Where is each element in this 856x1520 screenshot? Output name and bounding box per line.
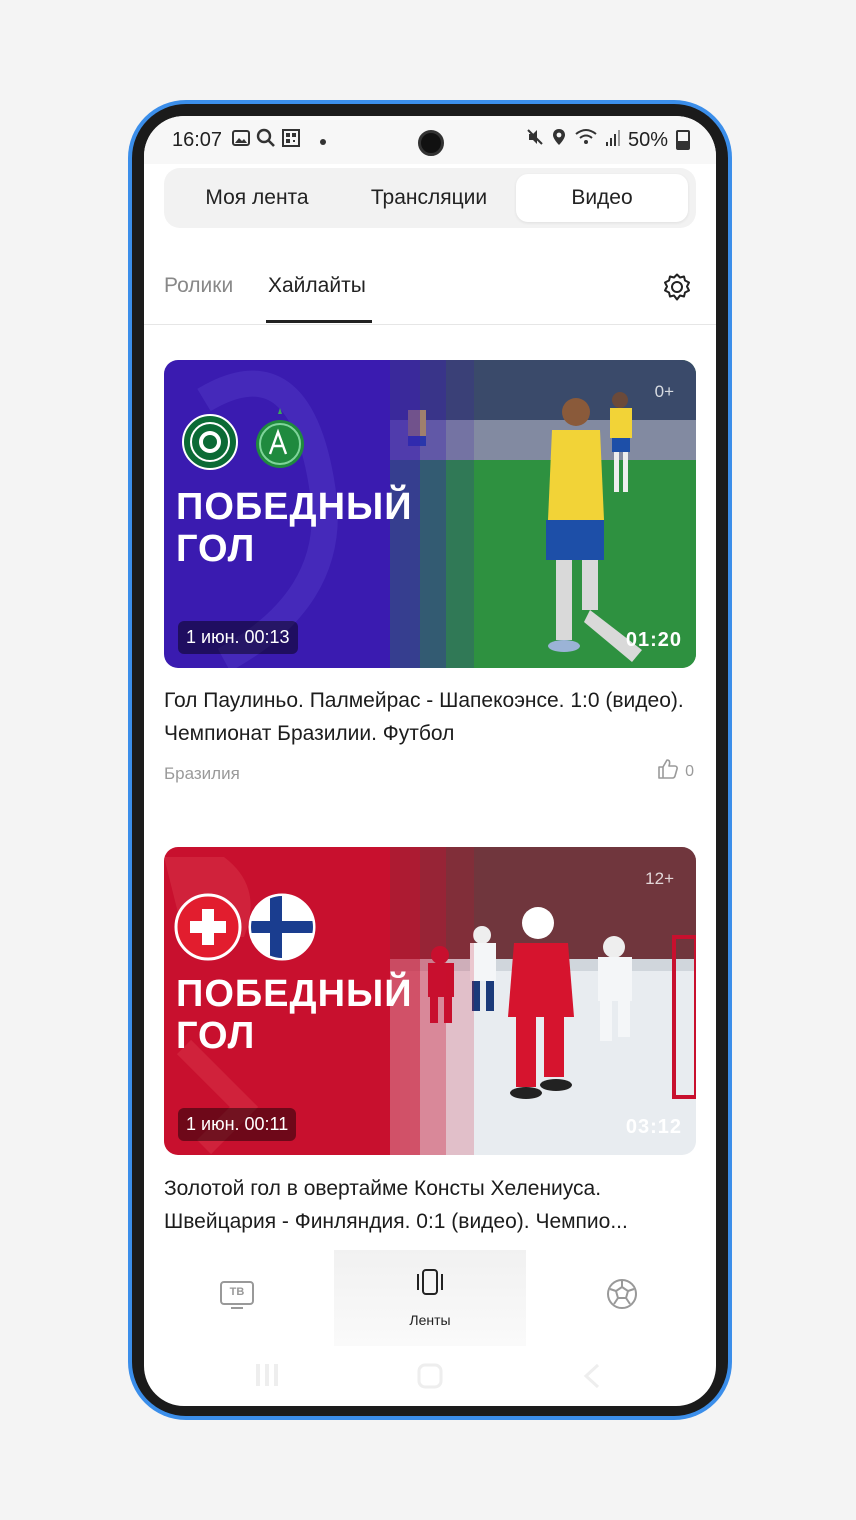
status-bar: 16:07 50% bbox=[144, 116, 716, 164]
signal-icon bbox=[605, 129, 620, 152]
battery-icon bbox=[676, 130, 690, 150]
subtab-clips[interactable]: Ролики bbox=[164, 274, 233, 298]
banner-title-line2: ГОЛ bbox=[176, 528, 256, 570]
tv-icon-text: ТВ bbox=[229, 1286, 245, 1298]
android-nav-bar bbox=[144, 1346, 716, 1406]
status-icons-right: 50% bbox=[526, 128, 690, 152]
dot-icon bbox=[320, 132, 326, 150]
wifi-icon bbox=[574, 128, 598, 152]
bottom-nav: ТВ Ленты bbox=[144, 1250, 716, 1346]
chapecoense-logo bbox=[254, 406, 306, 475]
date-badge: 1 июн. 00:13 bbox=[178, 621, 298, 654]
video-title[interactable]: Золотой гол в овертайме Консты Хелениуса… bbox=[164, 1172, 696, 1238]
thumbs-up-icon bbox=[657, 758, 679, 785]
image-icon bbox=[232, 130, 250, 151]
screen: 16:07 50% Моя лента Трансляции Видео Рол… bbox=[144, 116, 716, 1406]
nav-feeds[interactable]: Ленты bbox=[370, 1250, 490, 1346]
video-category[interactable]: Бразилия bbox=[164, 764, 240, 784]
banner-title-line1: ПОБЕДНЫЙ bbox=[176, 486, 413, 528]
settings-gear-icon[interactable] bbox=[660, 270, 694, 304]
qr-icon bbox=[282, 129, 300, 152]
age-rating: 12+ bbox=[645, 869, 674, 888]
nav-feeds-label: Ленты bbox=[409, 1312, 451, 1328]
active-subtab-indicator bbox=[266, 320, 372, 323]
tab-broadcasts[interactable]: Трансляции bbox=[346, 174, 512, 222]
duration-label: 03:12 bbox=[625, 1116, 682, 1138]
mute-icon bbox=[526, 128, 544, 152]
duration-label: 01:20 bbox=[625, 629, 682, 651]
tab-my-feed[interactable]: Моя лента bbox=[172, 174, 342, 222]
video-thumbnail[interactable]: ПОБЕДНЫЙ ГОЛ 12+ 1 июн. 00:11 03:12 bbox=[164, 847, 696, 1155]
subtab-highlights[interactable]: Хайлайты bbox=[268, 274, 366, 298]
sub-tabs: Ролики Хайлайты bbox=[144, 262, 716, 325]
palmeiras-logo bbox=[182, 414, 238, 475]
video-title[interactable]: Гол Паулиньо. Палмейрас - Шапекоэнсе. 1:… bbox=[164, 684, 696, 750]
finland-flag bbox=[248, 893, 316, 966]
banner-title-line2: ГОЛ bbox=[176, 1015, 256, 1057]
soccer-ball-icon bbox=[606, 1278, 638, 1315]
top-tabs: Моя лента Трансляции Видео bbox=[164, 168, 696, 228]
location-icon bbox=[552, 128, 566, 152]
front-camera bbox=[418, 130, 444, 156]
recent-apps-icon[interactable] bbox=[254, 1362, 280, 1393]
video-thumbnail[interactable]: ПОБЕДНЫЙ ГОЛ 0+ 1 июн. 00:13 01:20 bbox=[164, 360, 696, 668]
banner-title-line1: ПОБЕДНЫЙ bbox=[176, 973, 413, 1015]
status-time: 16:07 bbox=[172, 129, 223, 151]
feeds-icon bbox=[414, 1268, 446, 1303]
battery-percent: 50% bbox=[627, 128, 668, 151]
switzerland-flag bbox=[174, 893, 242, 966]
search-icon bbox=[256, 128, 276, 153]
home-icon[interactable] bbox=[416, 1362, 444, 1395]
tab-video[interactable]: Видео bbox=[516, 174, 688, 222]
age-rating: 0+ bbox=[654, 382, 674, 401]
back-icon[interactable] bbox=[580, 1362, 602, 1395]
nav-sport[interactable] bbox=[562, 1250, 682, 1346]
like-button[interactable]: 0 bbox=[657, 758, 694, 785]
like-count: 0 bbox=[685, 762, 694, 780]
date-badge: 1 июн. 00:11 bbox=[178, 1108, 297, 1141]
status-icons-left bbox=[232, 128, 326, 153]
nav-tv[interactable]: ТВ bbox=[176, 1250, 296, 1346]
